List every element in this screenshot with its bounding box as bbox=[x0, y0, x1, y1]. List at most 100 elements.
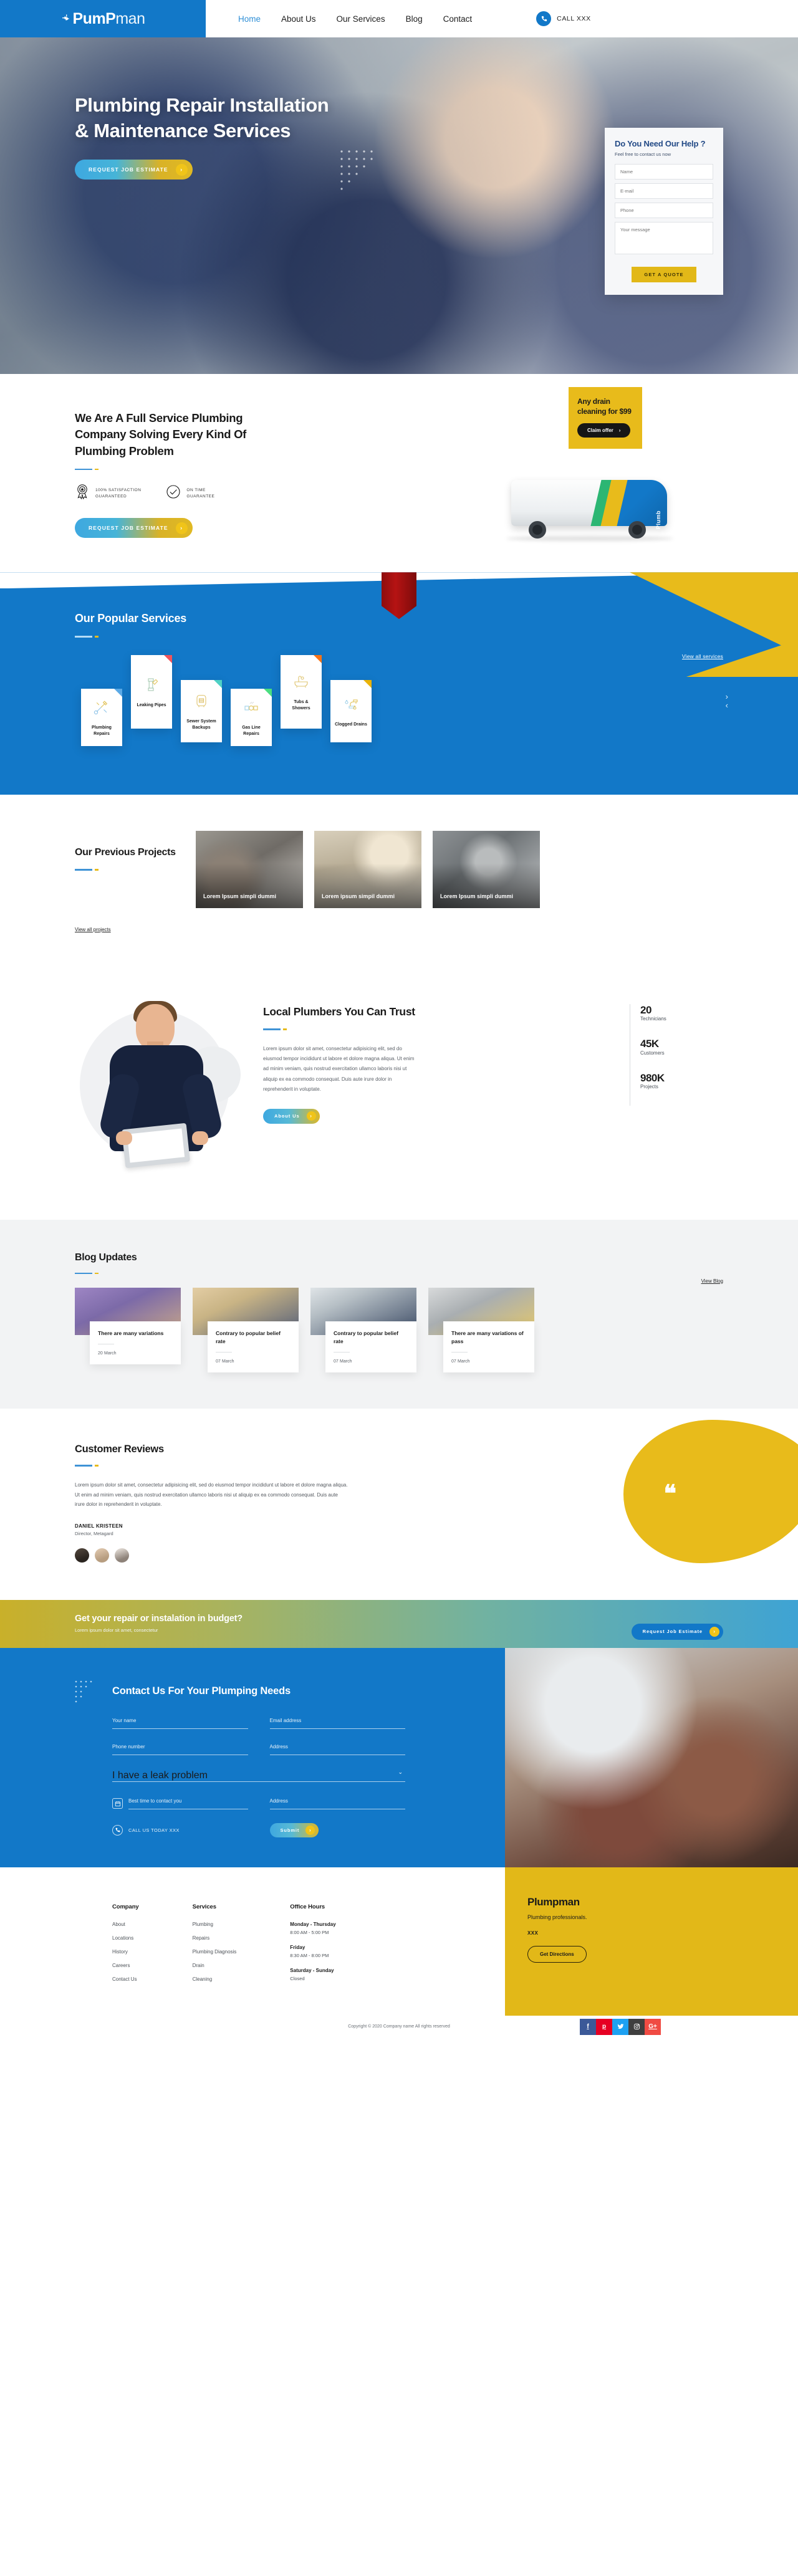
footer-link[interactable]: About bbox=[112, 1922, 139, 1927]
reviews-container: Customer Reviews Lorem ipsum dolor sit a… bbox=[75, 1444, 723, 1563]
service-card-plumbing-repairs[interactable]: Plumbing Repairs bbox=[81, 688, 122, 746]
twitter-icon[interactable] bbox=[612, 2018, 628, 2035]
claim-offer-label: Claim offer bbox=[587, 428, 613, 434]
footer-link[interactable]: Plumbing bbox=[193, 1922, 237, 1927]
section-divider bbox=[75, 869, 185, 871]
logo[interactable]: PumP man bbox=[0, 0, 206, 37]
trust-container: Local Plumbers You Can Trust Lorem ipsum… bbox=[75, 995, 723, 1182]
project-card[interactable]: Lorem Ipsum simpli dummi bbox=[196, 830, 303, 908]
contact-name-field[interactable]: Your name bbox=[112, 1718, 248, 1729]
hero-phone-input[interactable] bbox=[615, 203, 713, 218]
trust-section: Local Plumbers You Can Trust Lorem ipsum… bbox=[0, 972, 798, 1220]
contact-time-address-field[interactable]: Address bbox=[269, 1798, 405, 1809]
service-card-leaking-pipes[interactable]: Leaking Pipes bbox=[131, 654, 172, 729]
facebook-icon[interactable]: f bbox=[580, 2018, 596, 2035]
contact-besttime-field[interactable]: Best time to contact you bbox=[112, 1798, 248, 1809]
get-a-quote-button[interactable]: GET A QUOTE bbox=[632, 267, 696, 282]
contact-submit-button[interactable]: Submit › bbox=[269, 1822, 319, 1837]
footer-promo-name: Plumpman bbox=[527, 1895, 580, 1908]
logo-bold: PumP bbox=[72, 9, 116, 27]
blog-post-title: There are many variations bbox=[98, 1330, 164, 1337]
nav-item-blog[interactable]: Blog bbox=[406, 14, 423, 24]
contact-address-field[interactable]: Address bbox=[269, 1744, 405, 1755]
card-corner bbox=[264, 688, 272, 697]
request-job-estimate-button[interactable]: Request Job Estimate › bbox=[75, 160, 193, 180]
view-blog-link[interactable]: View Blog bbox=[701, 1278, 723, 1284]
chevron-down-icon: ⌄ bbox=[398, 1768, 403, 1775]
footer-link[interactable]: Repairs bbox=[193, 1935, 237, 1941]
contact-title: Contact Us For Your Plumping Needs bbox=[112, 1685, 291, 1697]
contact-problem-select[interactable]: I have a leak problem ⌄ bbox=[112, 1768, 405, 1782]
nav-item-home[interactable]: Home bbox=[238, 14, 261, 24]
blog-card[interactable]: There are many variations of pass 07 Mar… bbox=[428, 1288, 534, 1373]
review-text: Lorem ipsum dolor sit amet, consectetur … bbox=[75, 1482, 348, 1508]
call-us-today[interactable]: CALL US TODAY XXX bbox=[112, 1824, 248, 1836]
header-call[interactable]: CALL XXX bbox=[536, 11, 591, 26]
stat-label: Projects bbox=[640, 1084, 658, 1090]
gas-valve-icon bbox=[243, 699, 259, 719]
stat-customers: 45K Customers bbox=[640, 1038, 723, 1056]
hero-message-input[interactable] bbox=[615, 222, 713, 254]
hero-email-input[interactable] bbox=[615, 183, 713, 199]
nav-item-contact[interactable]: Contact bbox=[443, 14, 473, 24]
footer-link[interactable]: Drain bbox=[193, 1963, 237, 1968]
service-name: Leaking Pipes bbox=[137, 703, 166, 708]
full-service-estimate-label: Request Job Estimate bbox=[89, 525, 168, 532]
service-card-sewer-backups[interactable]: Sewer System Backups bbox=[181, 679, 222, 742]
chevron-right-icon: › bbox=[709, 1626, 719, 1637]
nav-item-about[interactable]: About Us bbox=[281, 14, 316, 24]
logo-text: PumP man bbox=[61, 10, 145, 28]
full-service-estimate-button[interactable]: Request Job Estimate › bbox=[75, 518, 193, 539]
footer-link[interactable]: Locations bbox=[112, 1935, 139, 1941]
service-card-tubs-showers[interactable]: Tubs & Showers bbox=[281, 654, 322, 729]
footer-link[interactable]: Cleaning bbox=[193, 1976, 237, 1982]
chevron-left-icon[interactable]: ‹ bbox=[726, 701, 728, 710]
footer-link[interactable]: Contact Us bbox=[112, 1976, 139, 1982]
hero-name-input[interactable] bbox=[615, 164, 713, 180]
service-card-gas-line-repairs[interactable]: Gas Line Repairs bbox=[231, 688, 272, 746]
about-us-button[interactable]: About Us › bbox=[263, 1108, 320, 1124]
services-container: Our Popular Services View all services P… bbox=[75, 611, 728, 746]
footer-link[interactable]: Plumbing Diagnosis bbox=[193, 1949, 237, 1955]
footer-link[interactable]: History bbox=[112, 1949, 139, 1955]
get-directions-button[interactable]: Get Directions bbox=[527, 1945, 587, 1963]
claim-offer-button[interactable]: Claim offer › bbox=[577, 423, 631, 438]
avatar[interactable] bbox=[115, 1548, 129, 1563]
instagram-icon[interactable] bbox=[628, 2018, 645, 2035]
reviews-title: Customer Reviews bbox=[75, 1444, 164, 1455]
review-author-role: Director, Metagard bbox=[75, 1530, 113, 1536]
stats-block: 20 Technicians 45K Customers 980K Projec… bbox=[630, 1003, 723, 1106]
view-all-projects-link[interactable]: View all projects bbox=[75, 927, 111, 932]
blog-card[interactable]: Contrary to popular belief rate 07 March bbox=[310, 1288, 416, 1373]
chevron-right-icon[interactable]: › bbox=[726, 692, 728, 701]
footer-column-heading: Office Hours bbox=[290, 1903, 325, 1910]
review-avatars bbox=[75, 1548, 723, 1563]
project-card[interactable]: Lorem Ipsum simpli dummi bbox=[433, 830, 540, 908]
service-card-clogged-drains[interactable]: Clogged Drains bbox=[330, 679, 372, 742]
contact-phone-label: Phone number bbox=[112, 1743, 145, 1750]
cta-request-estimate-button[interactable]: Request Job Estimate › bbox=[631, 1623, 723, 1640]
project-caption: Lorem ipsum simpil dummi bbox=[322, 893, 395, 900]
contact-email-field[interactable]: Email address bbox=[269, 1718, 405, 1729]
nav-item-services[interactable]: Our Services bbox=[337, 14, 385, 24]
services-carousel-arrows[interactable]: › ‹ bbox=[726, 692, 728, 710]
view-all-services-link[interactable]: View all services bbox=[682, 653, 723, 659]
googleplus-icon[interactable]: G+ bbox=[645, 2018, 661, 2035]
blog-card[interactable]: There are many variations 20 March bbox=[75, 1288, 181, 1372]
blog-card[interactable]: Contrary to popular belief rate 07 March bbox=[193, 1288, 299, 1373]
project-card[interactable]: Lorem ipsum simpil dummi bbox=[314, 830, 421, 908]
avatar[interactable] bbox=[75, 1548, 89, 1563]
footer-promo-panel: Plumpman Plumbing professionals. XXX Get… bbox=[505, 1867, 798, 2016]
pinterest-icon[interactable]: p bbox=[596, 2018, 612, 2035]
service-name: Gas Line Repairs bbox=[242, 725, 261, 737]
plumber-under-sink-photo bbox=[505, 1647, 798, 1867]
office-hours-days: Friday bbox=[290, 1944, 305, 1950]
check-circle-icon bbox=[166, 484, 181, 502]
avatar[interactable] bbox=[95, 1548, 109, 1563]
footer-link[interactable]: Careers bbox=[112, 1963, 139, 1968]
chevron-right-icon: › bbox=[305, 1825, 315, 1835]
trust-text-block: Local Plumbers You Can Trust Lorem ipsum… bbox=[263, 995, 613, 1124]
phone-icon bbox=[112, 1824, 123, 1836]
office-hours-time: 8:00 AM - 5:00 PM bbox=[290, 1929, 329, 1935]
contact-phone-field[interactable]: Phone number bbox=[112, 1744, 248, 1755]
